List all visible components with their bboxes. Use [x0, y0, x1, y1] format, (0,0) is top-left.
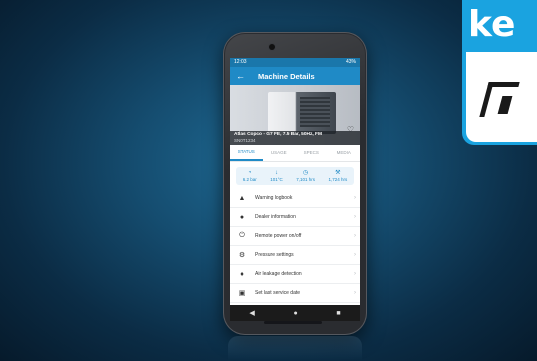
nav-recents-icon[interactable]: ■	[336, 310, 340, 317]
chevron-right-icon: ›	[354, 214, 356, 220]
stat-running-hours: ◷ 7,101 hrs	[296, 170, 315, 183]
menu-label: Dealer information	[255, 214, 296, 220]
stat-running-hours-value: 7,101 hrs	[296, 176, 316, 182]
android-nav-bar: ◀ ● ■	[230, 305, 360, 321]
menu-label: Air leakage detection	[255, 271, 302, 277]
status-bar: 12:03 43%	[230, 58, 360, 67]
menu-label: Warning logbook	[255, 195, 293, 201]
speaker-grille	[264, 321, 322, 324]
stat-temperature-value: 101°C	[270, 176, 283, 182]
tab-specs[interactable]: SPECS	[295, 145, 328, 161]
machine-caption: Atlas Copco - G7 FE, 7.5 Bar, 50Hz, FM S…	[230, 131, 360, 145]
stat-pressure: ◔ 6.2 bar	[243, 170, 257, 183]
brand-logo: ke	[462, 0, 537, 145]
app-bar: ← Machine Details	[230, 67, 360, 85]
drop-icon: ♦	[240, 270, 244, 278]
dealer-icon: ●	[239, 213, 245, 221]
page-title: Machine Details	[258, 71, 315, 81]
menu-item-remote-power[interactable]: ⏻ Remote power on/off ›	[230, 227, 360, 246]
stat-service-hours-value: 1,724 hrs	[328, 176, 348, 182]
chevron-right-icon: ›	[354, 252, 356, 258]
phone-screen: 12:03 43% ← Machine Details ♡ Atlas Copc…	[230, 58, 360, 321]
status-battery: 43%	[345, 59, 356, 65]
gauge-icon: ◔	[247, 169, 252, 176]
stat-service-hours: ⚒ 1,724 hrs	[328, 170, 347, 183]
phone-reflection	[228, 336, 362, 361]
menu-item-pressure-settings[interactable]: ⚙ Pressure settings ›	[230, 246, 360, 265]
menu-item-warning-logbook[interactable]: ▲ Warning logbook ›	[230, 189, 360, 208]
thermometer-icon: ↓	[275, 169, 278, 176]
menu-item-dealer-information[interactable]: ● Dealer information ›	[230, 208, 360, 227]
tab-status[interactable]: STATUS	[230, 145, 263, 161]
gear-icon: ⚙	[238, 252, 246, 259]
wrench-icon: ⚒	[335, 169, 341, 176]
chevron-right-icon: ›	[354, 290, 356, 296]
machine-serial: SN0T1234	[234, 138, 256, 143]
back-arrow-icon[interactable]: ←	[236, 71, 250, 81]
nav-back-icon[interactable]: ◀	[249, 309, 254, 317]
calendar-icon: ▣	[238, 290, 246, 297]
status-stats: ◔ 6.2 bar ↓ 101°C ◷ 7,101 hrs ⚒ 1,724 hr…	[236, 167, 354, 185]
brand-text: ke	[468, 4, 516, 45]
machine-hero-image: ♡ Atlas Copco - G7 FE, 7.5 Bar, 50Hz, FM…	[230, 85, 360, 145]
menu-label: Set last service date	[255, 290, 301, 296]
chevron-right-icon: ›	[354, 195, 356, 201]
menu-item-service-date[interactable]: ▣ Set last service date ›	[230, 284, 360, 303]
chevron-right-icon: ›	[354, 271, 356, 277]
compressor-grille	[300, 97, 330, 127]
chevron-right-icon: ›	[354, 233, 356, 239]
stat-temperature: ↓ 101°C	[270, 170, 283, 183]
warning-icon: ▲	[238, 194, 246, 202]
nav-home-icon[interactable]: ●	[293, 310, 297, 317]
tab-bar: STATUS USAGE SPECS MEDIA	[230, 145, 360, 162]
stat-pressure-value: 6.2 bar	[242, 176, 257, 182]
tab-media[interactable]: MEDIA	[328, 145, 361, 161]
status-time: 12:03	[234, 59, 247, 65]
brand-mark-box	[466, 52, 537, 142]
camera-icon	[269, 44, 275, 50]
clock-icon: ◷	[303, 169, 309, 176]
menu-label: Remote power on/off	[255, 233, 302, 239]
menu-label: Pressure settings	[255, 252, 294, 258]
tab-usage[interactable]: USAGE	[263, 145, 296, 161]
menu-item-air-leakage[interactable]: ♦ Air leakage detection ›	[230, 265, 360, 284]
power-icon: ⏻	[239, 232, 245, 239]
